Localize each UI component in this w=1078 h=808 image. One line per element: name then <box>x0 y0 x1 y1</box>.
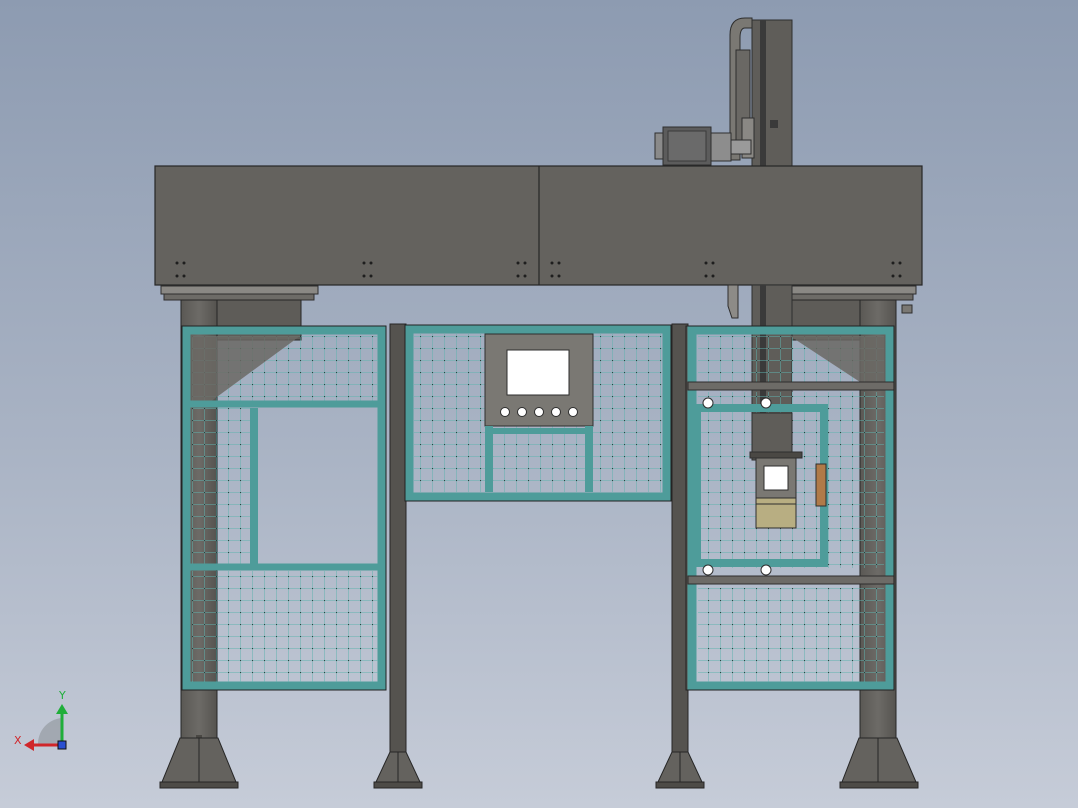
y-axis-label: Y <box>58 689 66 702</box>
left-guard-panel <box>181 325 387 691</box>
z-axis-marker <box>57 740 67 750</box>
gantry-beam <box>154 165 923 319</box>
x-axis-label: X <box>14 734 22 747</box>
coordinate-triad: Y X <box>14 689 68 751</box>
center-guard-panel <box>404 324 672 502</box>
cad-model-front-view: Y X <box>14 17 923 789</box>
cad-viewport[interactable]: Y X <box>0 0 1078 808</box>
